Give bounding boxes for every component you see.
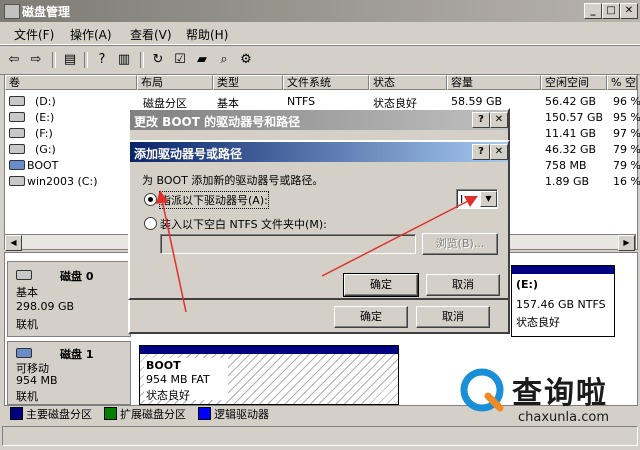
annotation-arrow — [321, 199, 471, 277]
annotation-arrow — [161, 199, 187, 313]
watermark-logo-icon — [460, 368, 504, 412]
watermark: 查询啦 chaxunla.com — [452, 360, 634, 430]
annotation-arrowhead — [156, 190, 168, 204]
watermark-brand: 查询啦 — [512, 376, 608, 411]
watermark-site: chaxunla.com — [518, 410, 609, 425]
